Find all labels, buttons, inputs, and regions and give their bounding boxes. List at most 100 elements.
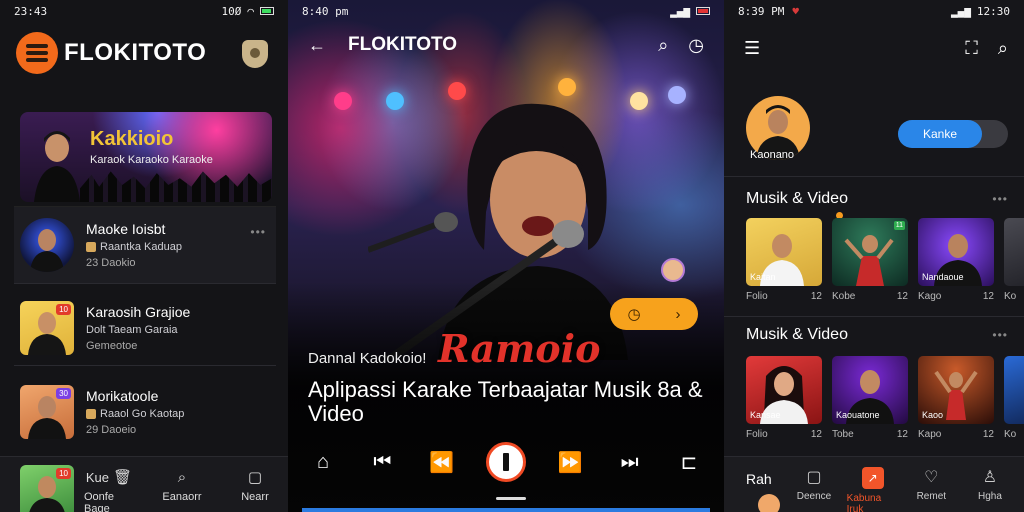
media-card[interactable]: Ko — [1004, 218, 1024, 302]
cast-icon[interactable]: ⛶ — [965, 38, 978, 59]
card-image: Nandaoue — [918, 218, 994, 286]
reaction-icon[interactable] — [661, 258, 685, 282]
karaoke-icon: ↗ — [861, 467, 884, 489]
status-text: 10Ø — [221, 4, 242, 18]
pause-button[interactable] — [485, 442, 526, 482]
media-card[interactable]: Kansae Folio 12 — [746, 356, 822, 440]
card-image: Kaitan — [746, 218, 822, 286]
nav-item-active[interactable]: ↗ Kabuna Iruk — [847, 467, 899, 512]
song-meta: Gemeotoe — [86, 339, 138, 352]
section-title: Musik & Video — [746, 326, 848, 343]
signal-icon: ▂▄▆ — [951, 4, 971, 18]
timer-icon[interactable]: ◷ — [688, 35, 704, 56]
stage-light — [558, 78, 576, 96]
app-headline: Aplipassi Karake Terbaajatar Musik 8a & … — [308, 377, 703, 426]
more-icon[interactable]: ••• — [250, 225, 266, 239]
song-artist: Dolt Taeam Garaia — [86, 323, 178, 336]
more-icon[interactable]: ••• — [992, 328, 1008, 342]
media-card[interactable]: Kaouatone Tobe 12 — [832, 356, 908, 440]
nav-search[interactable]: ⌕ Eanaorr — [157, 467, 207, 512]
card-label: Tobe — [832, 429, 854, 440]
media-card[interactable]: Kaitan Folio 12 — [746, 218, 822, 302]
nav-top-label: Kue — [85, 469, 109, 485]
section-title: Musik & Video — [746, 190, 848, 207]
queue-icon[interactable]: ⊏ — [674, 450, 704, 475]
badge-icon: 30 — [56, 388, 71, 399]
card-count: 12 — [982, 291, 994, 302]
heart-icon: ♡ — [924, 469, 939, 486]
song-title: Maoke Ioisbt — [86, 221, 166, 237]
home-icon[interactable]: ⌂ — [308, 451, 338, 474]
nav-item[interactable]: ▢ Deence — [788, 467, 840, 512]
search-icon[interactable]: ⌕ — [998, 38, 1008, 59]
now-playing-thumbnail[interactable]: 10 — [20, 465, 74, 512]
nav-item[interactable]: ♙ Hgha — [964, 467, 1016, 512]
status-bar: 23:43 10Ø ◠ — [0, 0, 288, 22]
pause-icon — [502, 453, 509, 471]
banner-title: Kakkioio — [90, 128, 174, 150]
skip-previous-icon[interactable]: ⏮ — [367, 451, 397, 474]
nav-home[interactable]: Kue 🗑 Oonfe Bage — [84, 467, 134, 512]
card-image — [1004, 218, 1024, 286]
browse-header: ☰ ⛶ ⌕ — [744, 38, 1008, 59]
more-icon[interactable]: ••• — [992, 192, 1008, 206]
stage-light — [334, 92, 352, 110]
card-label: Ko — [1004, 429, 1017, 440]
heart-status-icon: ♥ — [792, 4, 799, 18]
profile-shield-icon[interactable] — [242, 40, 268, 68]
trash-icon: 🗑 — [113, 469, 133, 486]
card-image: 11 — [832, 218, 908, 286]
featured-banner[interactable]: Kakkioio Karaok Karaoko Karaoke — [20, 112, 272, 202]
player-screen: 8:40 pm ▂▄▆ ← FLOKITOTO ⌕ ◷ ◷ › Dannal K… — [288, 0, 724, 512]
menu-icon[interactable]: ☰ — [744, 38, 760, 59]
list-item[interactable]: 30 Morikatoole Raaol Go Kaotap 29 Daoeio — [14, 374, 276, 450]
bottom-navigation: Rah ▢ Deence ↗ Kabuna Iruk ♡ Remet ♙ Hgh… — [724, 456, 1024, 512]
brand-wordmark: Ramoio — [438, 326, 601, 371]
search-icon[interactable]: ⌕ — [658, 35, 668, 56]
list-item[interactable]: 10 Karaosih Grajioe Dolt Taeam Garaia Ge… — [14, 290, 276, 366]
gesture-bar — [496, 497, 526, 500]
card-badge: 11 — [893, 221, 905, 230]
skip-next-icon[interactable]: ⏭ — [615, 451, 645, 474]
signal-icon: ▂▄▆ — [670, 4, 690, 18]
search-icon: ⌕ — [177, 468, 187, 486]
fast-forward-icon[interactable]: ⏩ — [555, 450, 585, 475]
card-image: Kaouatone — [832, 356, 908, 424]
mode-toggle[interactable]: Kanke — [898, 120, 1008, 148]
nav-library[interactable]: ▢ Nearr — [230, 467, 280, 512]
home-screen: 23:43 10Ø ◠ FLOKITOTO Kakkioio Karaok Ka… — [0, 0, 288, 512]
avatar[interactable] — [758, 494, 780, 512]
song-artist: Raantka Kaduap — [100, 241, 182, 253]
media-card[interactable]: Nandaoue Kago 12 — [918, 218, 994, 302]
nav-label: Kabuna Iruk — [846, 493, 882, 512]
rewind-icon[interactable]: ⏪ — [427, 450, 457, 475]
stage-light — [630, 92, 648, 110]
media-card[interactable]: 11 Kobe 12 — [832, 218, 908, 302]
media-card[interactable]: Ko — [1004, 356, 1024, 440]
card-label: Kago — [918, 291, 942, 302]
badge-icon: 10 — [56, 468, 71, 479]
card-caption: Kaoo — [922, 410, 944, 420]
wifi-icon: ◠ — [247, 4, 254, 18]
song-thumbnail: 30 — [20, 385, 74, 439]
song-thumbnail: 10 — [20, 300, 74, 355]
timer-pill-button[interactable]: ◷ › — [610, 298, 698, 330]
back-arrow-icon[interactable]: ← — [308, 35, 326, 56]
media-card[interactable]: Kaoo Kapo 12 — [918, 356, 994, 440]
app-logo[interactable]: FLOKITOTO — [16, 32, 206, 74]
menu-logo-icon — [16, 32, 58, 74]
status-icons: ▂▄▆ 12:30 — [951, 5, 1010, 18]
card-label: Kapo — [918, 429, 942, 440]
nav-label: Remet — [916, 491, 947, 502]
song-artist: Raaol Go Kaotap — [100, 408, 185, 420]
nav-item[interactable]: ♡ Remet — [905, 467, 957, 512]
list-item[interactable]: Maoke Ioisbt Raantka Kaduap 23 Daokio ••… — [14, 206, 276, 284]
player-title: FLOKITOTO — [348, 34, 458, 55]
card-caption: Kaitan — [750, 272, 776, 282]
artist-icon — [86, 242, 96, 252]
nav-label: Eanaorr — [162, 491, 202, 503]
battery-icon — [696, 7, 710, 15]
chat-icon: ▢ — [806, 469, 822, 486]
crowd-silhouette — [80, 171, 272, 202]
nav-left-label: Rah — [746, 471, 772, 487]
